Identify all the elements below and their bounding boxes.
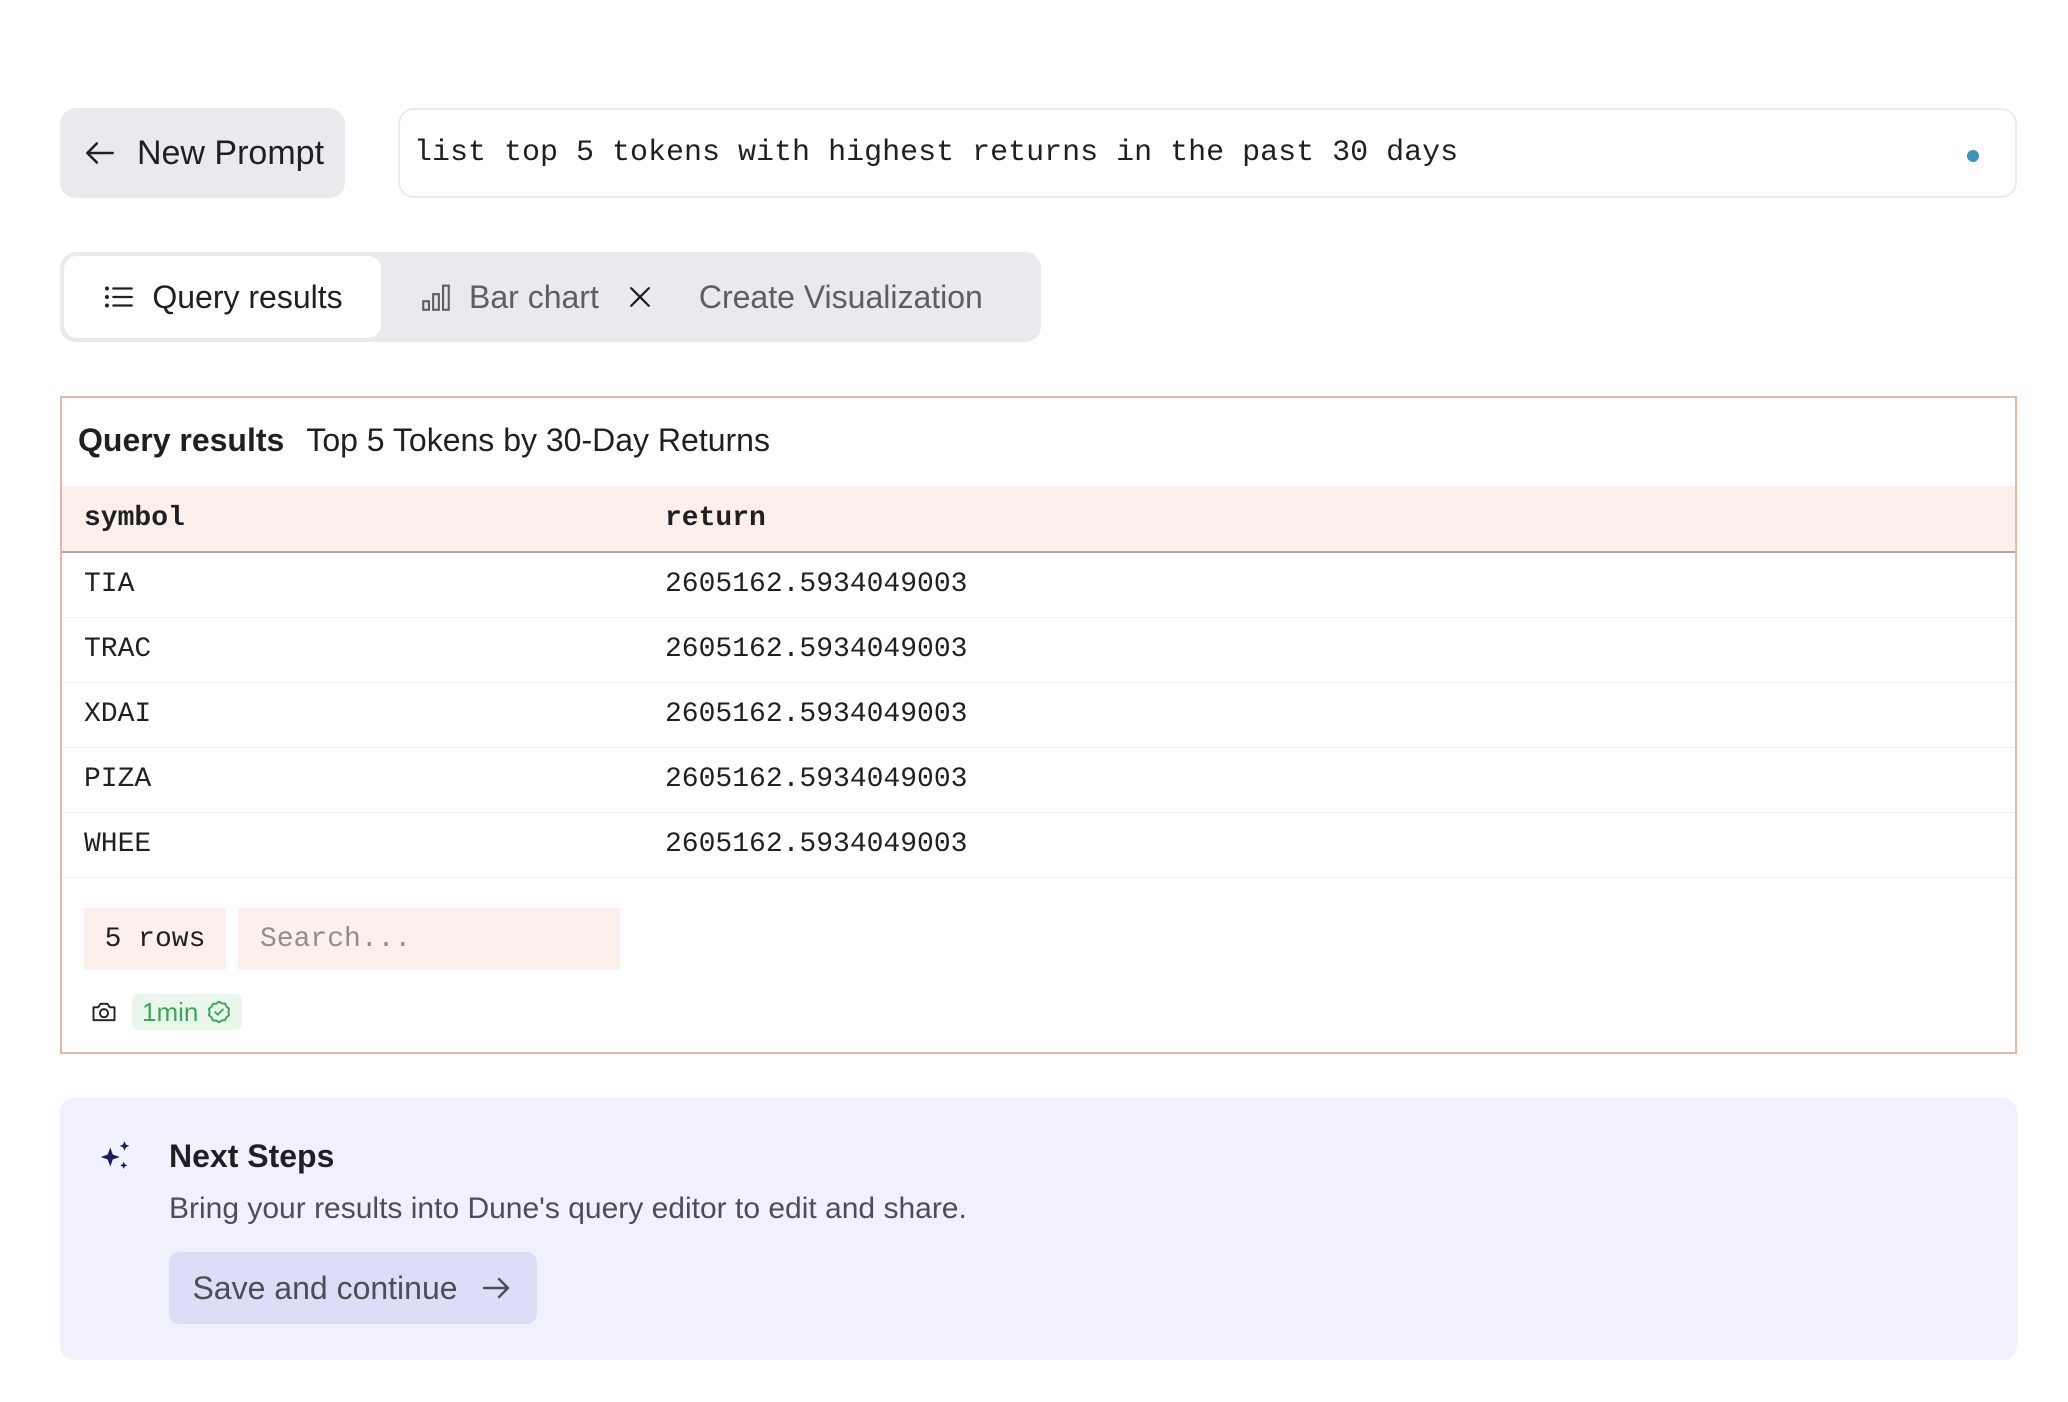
status-dot: [1967, 150, 1979, 162]
next-steps-title: Next Steps: [169, 1138, 335, 1174]
next-steps-description: Bring your results into Dune's query edi…: [169, 1192, 967, 1225]
save-and-continue-label: Save and continue: [192, 1269, 458, 1306]
results-label: Query results: [78, 422, 285, 458]
cell-return: 2605162.5934049003: [643, 617, 2015, 683]
sparkle-icon: [96, 1138, 134, 1176]
meta-row: 1min: [90, 994, 243, 1030]
table-row: TIA 2605162.5934049003: [62, 552, 2015, 618]
camera-icon[interactable]: [90, 998, 118, 1026]
check-circle-icon: [206, 999, 232, 1025]
table-footer: 5 rows: [84, 908, 620, 970]
cell-return: 2605162.5934049003: [643, 747, 2015, 813]
table-row: XDAI 2605162.5934049003: [62, 682, 2015, 748]
column-header-return[interactable]: return: [643, 486, 2015, 552]
results-table: symbol return TIA 2605162.5934049003 TRA…: [62, 486, 2015, 878]
prompt-row: New Prompt: [60, 108, 2017, 198]
cell-symbol: XDAI: [62, 682, 643, 748]
results-header: Query results Top 5 Tokens by 30-Day Ret…: [78, 422, 770, 459]
cell-symbol: TIA: [62, 552, 643, 618]
table-row: PIZA 2605162.5934049003: [62, 747, 2015, 813]
next-steps-panel: Next Steps Bring your results into Dune'…: [60, 1098, 2017, 1360]
new-prompt-label: New Prompt: [136, 133, 325, 172]
table-row: TRAC 2605162.5934049003: [62, 617, 2015, 683]
tab-create-visualization-label: Create Visualization: [698, 278, 983, 315]
new-prompt-button[interactable]: New Prompt: [60, 108, 345, 198]
table-row: WHEE 2605162.5934049003: [62, 812, 2015, 878]
arrow-left-icon: [81, 134, 119, 172]
cell-return: 2605162.5934049003: [643, 682, 2015, 748]
cell-symbol: TRAC: [62, 617, 643, 683]
tab-bar: Query results Bar chart Create Visualiza…: [60, 252, 1041, 342]
close-icon[interactable]: [625, 282, 655, 312]
tab-create-visualization[interactable]: Create Visualization: [699, 256, 983, 338]
save-and-continue-button[interactable]: Save and continue: [169, 1252, 537, 1324]
cell-symbol: WHEE: [62, 812, 643, 878]
freshness-badge: 1min: [132, 994, 243, 1030]
tab-bar-chart-label: Bar chart: [469, 278, 599, 315]
cell-return: 2605162.5934049003: [643, 552, 2015, 618]
table-header-row: symbol return: [62, 486, 2015, 552]
column-header-symbol[interactable]: symbol: [62, 486, 643, 552]
cell-symbol: PIZA: [62, 747, 643, 813]
tab-bar-chart[interactable]: Bar chart: [419, 256, 655, 338]
list-icon: [102, 280, 136, 314]
arrow-right-icon: [478, 1270, 514, 1306]
results-title: Top 5 Tokens by 30-Day Returns: [306, 422, 770, 458]
tab-query-results-label: Query results: [152, 278, 343, 315]
query-results-panel: Query results Top 5 Tokens by 30-Day Ret…: [60, 396, 2017, 1054]
row-count-badge: 5 rows: [84, 908, 226, 970]
cell-return: 2605162.5934049003: [643, 812, 2015, 878]
tab-query-results[interactable]: Query results: [64, 256, 381, 338]
page: New Prompt Query results: [0, 0, 2068, 1402]
prompt-input-container: [398, 108, 2017, 198]
bar-chart-icon: [419, 280, 453, 314]
freshness-label: 1min: [142, 996, 199, 1027]
prompt-input[interactable]: [414, 136, 1914, 170]
search-input[interactable]: [238, 908, 620, 970]
